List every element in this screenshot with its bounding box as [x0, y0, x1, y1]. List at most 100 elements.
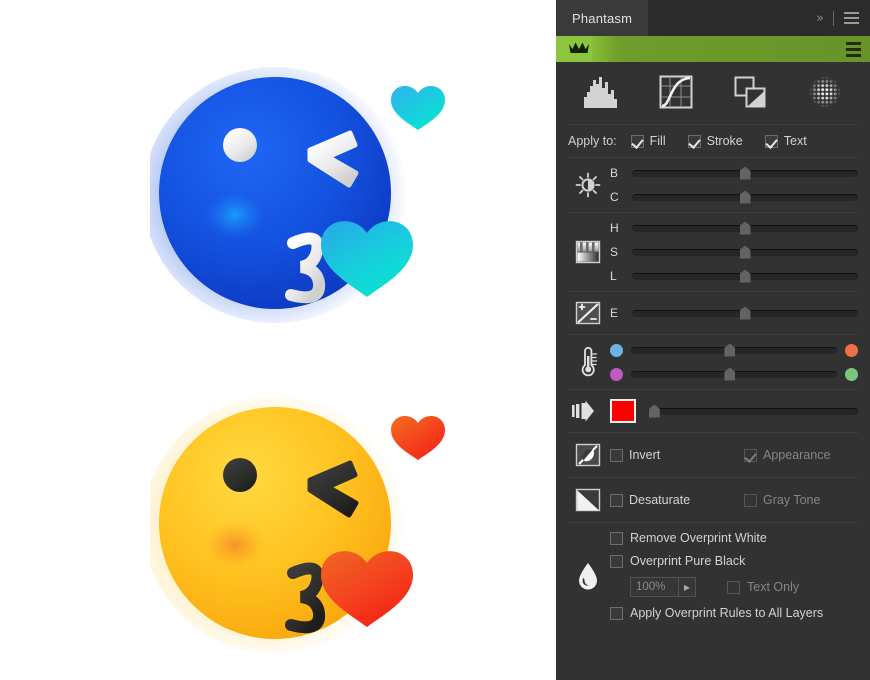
thermometer-icon: [566, 343, 610, 381]
upgrade-promo-bar[interactable]: [556, 36, 870, 62]
desaturate-section: Desaturate Gray Tone: [556, 478, 870, 522]
histogram-tool-tab[interactable]: [564, 62, 639, 124]
colorize-amount-slider-thumb[interactable]: [648, 404, 660, 418]
temperature-slider-track[interactable]: [631, 343, 837, 357]
overprint-percent-field[interactable]: 100% ▶: [630, 577, 696, 597]
hue-slider-thumb[interactable]: [739, 221, 751, 235]
curves-icon: [659, 75, 693, 112]
appearance-checkbox: [744, 448, 757, 462]
colorize-section: [556, 390, 870, 432]
appearance-label: Appearance: [763, 448, 831, 462]
fill-label: Fill: [649, 134, 666, 148]
invert-toggle[interactable]: Invert: [610, 448, 722, 462]
overprint-pure-black-row[interactable]: Overprint Pure Black: [610, 554, 858, 568]
apply-overprint-all-layers-checkbox[interactable]: [610, 606, 623, 620]
apply-overprint-all-layers-label: Apply Overprint Rules to All Layers: [630, 606, 824, 620]
temperature-section: [556, 335, 870, 389]
tint-slider-row[interactable]: [610, 367, 858, 381]
brightness-contrast-section: B C: [556, 158, 870, 212]
hamburger-menu-icon[interactable]: [844, 12, 859, 24]
halftone-tool-tab[interactable]: [788, 62, 863, 124]
exposure-section: E: [556, 292, 870, 334]
blend-arrow-icon: [566, 400, 610, 422]
contrast-slider-track[interactable]: [632, 190, 858, 204]
appearance-toggle: Appearance: [744, 448, 830, 462]
remove-overprint-white-checkbox[interactable]: [610, 531, 623, 545]
colorize-color-swatch[interactable]: [610, 399, 636, 423]
exposure-slider-row[interactable]: E: [610, 306, 858, 320]
levels-gradient-icon: [566, 221, 610, 283]
text-checkbox[interactable]: [764, 134, 778, 148]
saturation-slider-row[interactable]: S: [610, 245, 858, 259]
phantasm-panel: Phantasm » Apply to: Fill Stroke Text B …: [556, 0, 870, 680]
exposure-key: E: [610, 306, 619, 320]
hsl-section: H S L: [556, 213, 870, 291]
contrast-key: C: [610, 190, 619, 204]
invert-section: Invert Appearance: [556, 433, 870, 477]
temperature-slider-row[interactable]: [610, 343, 858, 357]
lightness-slider-thumb[interactable]: [739, 269, 751, 283]
tab-phantasm-label: Phantasm: [572, 10, 633, 26]
artwork-top-recolored[interactable]: [143, 45, 480, 345]
tab-phantasm[interactable]: Phantasm: [556, 0, 649, 36]
gray-tone-checkbox: [744, 493, 757, 507]
tint-slider-thumb[interactable]: [724, 367, 736, 381]
remove-overprint-white-row[interactable]: Remove Overprint White: [610, 531, 858, 545]
saturation-slider-thumb[interactable]: [739, 245, 751, 259]
promo-menu-icon[interactable]: [846, 36, 861, 62]
desaturate-label: Desaturate: [629, 493, 691, 507]
overprint-pure-black-label: Overprint Pure Black: [630, 554, 746, 568]
hue-slider-track[interactable]: [632, 221, 858, 235]
contrast-slider-row[interactable]: C: [610, 190, 858, 204]
artboard-canvas[interactable]: [0, 0, 556, 680]
text-only-checkbox: [727, 580, 740, 594]
overprint-pure-black-checkbox[interactable]: [610, 554, 623, 568]
apply-to-text[interactable]: Text: [764, 134, 807, 148]
desaturate-toggle[interactable]: Desaturate: [610, 493, 722, 507]
brightness-slider-thumb[interactable]: [739, 166, 751, 180]
apply-overprint-all-layers-row[interactable]: Apply Overprint Rules to All Layers: [610, 606, 858, 620]
artwork-bottom-original[interactable]: [143, 375, 480, 675]
temperature-cool-dot: [610, 343, 623, 357]
overprint-section: Remove Overprint White Overprint Pure Bl…: [556, 523, 870, 630]
stroke-checkbox[interactable]: [687, 134, 701, 148]
overprint-percent-value[interactable]: 100%: [631, 578, 678, 596]
invert-checkbox[interactable]: [610, 448, 623, 462]
overprint-percent-row: 100% ▶ Text Only: [610, 577, 858, 597]
contrast-slider-thumb[interactable]: [739, 190, 751, 204]
lightness-slider-row[interactable]: L: [610, 269, 858, 283]
lightness-slider-track[interactable]: [632, 269, 858, 283]
fill-checkbox[interactable]: [630, 134, 644, 148]
chevron-right-icon[interactable]: ▶: [678, 578, 695, 596]
tint-slider-track[interactable]: [631, 367, 837, 381]
hue-slider-row[interactable]: H: [610, 221, 858, 235]
brightness-sun-icon: [566, 166, 610, 204]
lightness-key: L: [610, 269, 617, 283]
brightness-slider-track[interactable]: [632, 166, 858, 180]
text-only-label: Text Only: [747, 580, 800, 594]
application-window: Phantasm » Apply to: Fill Stroke Text B …: [0, 0, 870, 680]
brightness-key: B: [610, 166, 619, 180]
effect-tabs: [556, 62, 870, 124]
curves-tool-tab[interactable]: [639, 62, 714, 124]
duotone-tool-tab[interactable]: [713, 62, 788, 124]
apply-to-row: Apply to: Fill Stroke Text: [556, 125, 870, 157]
exposure-slider-thumb[interactable]: [739, 306, 751, 320]
saturation-slider-track[interactable]: [632, 245, 858, 259]
apply-to-stroke[interactable]: Stroke: [687, 134, 743, 148]
apply-to-fill[interactable]: Fill: [630, 134, 666, 148]
desaturate-checkbox[interactable]: [610, 493, 623, 507]
ink-droplet-icon: [566, 531, 610, 620]
saturation-key: S: [610, 245, 619, 259]
halftone-dots-icon: [808, 75, 842, 112]
header-divider: [833, 10, 834, 26]
temperature-warm-dot: [845, 343, 858, 357]
overlapping-squares-icon: [733, 75, 767, 112]
chevron-double-right-icon[interactable]: »: [816, 11, 824, 26]
brightness-slider-row[interactable]: B: [610, 166, 858, 180]
exposure-slider-track[interactable]: [632, 306, 858, 320]
hue-key: H: [610, 221, 619, 235]
invert-circle-icon: [566, 442, 610, 468]
colorize-amount-slider-track[interactable]: [648, 404, 858, 418]
temperature-slider-thumb[interactable]: [724, 343, 736, 357]
